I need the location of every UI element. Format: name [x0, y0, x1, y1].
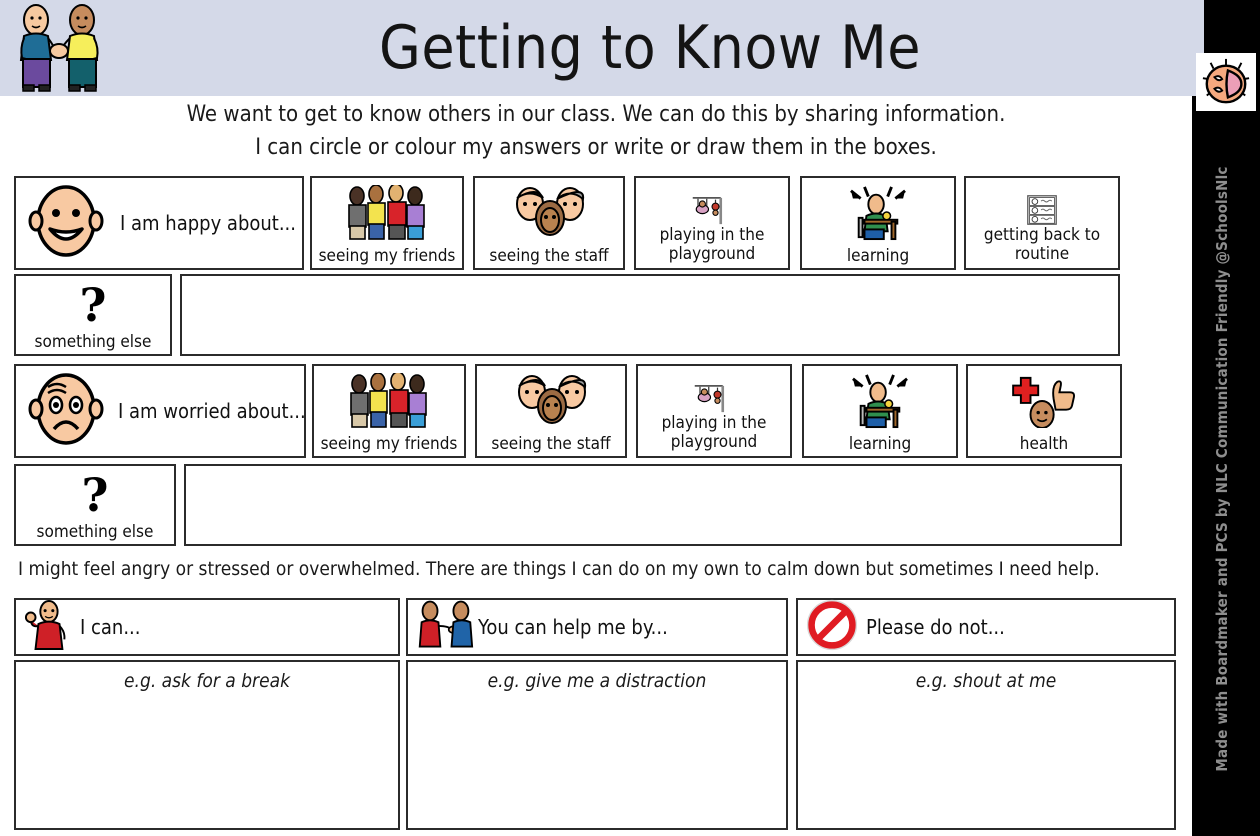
credit-text: Made with Boardmaker and PCS by NLC Comm…: [1213, 166, 1231, 772]
worried-prompt-label: I am worried about...: [118, 399, 306, 423]
group-of-friends-icon: [314, 366, 464, 435]
worried-option-playing-in-the-playground[interactable]: playing in the playground: [636, 364, 792, 458]
staff-faces-icon: [475, 178, 623, 247]
option-label: playing in the playground: [661, 413, 767, 452]
intro-line-1: We want to get to know others in our cla…: [186, 102, 1006, 127]
something-else-label: something else: [36, 522, 154, 542]
strategy-example-text: e.g. shout at me: [915, 670, 1057, 692]
strategy-example-text: e.g. ask for a break: [124, 670, 290, 692]
child-at-desk-learning-icon: [804, 366, 956, 435]
group-of-friends-icon: [312, 178, 462, 247]
playground-swings-icon: [638, 380, 790, 414]
happy-option-learning[interactable]: learning: [800, 176, 956, 270]
header-banner: Getting to Know Me: [0, 0, 1192, 96]
happy-something-else-card[interactable]: ? something else: [14, 274, 172, 356]
calm-statement: I might feel angry or stressed or overwh…: [18, 558, 1100, 580]
question-mark-icon: ?: [79, 277, 107, 332]
intro-text: We want to get to know others in our cla…: [0, 98, 1192, 164]
visual-timetable-icon: [966, 190, 1118, 226]
person-hand-raised-icon: [24, 599, 72, 655]
intro-line-2: I can circle or colour my answers or wri…: [255, 135, 937, 160]
strategy-heading-i-can: I can...: [14, 598, 400, 656]
option-label: learning: [846, 246, 910, 266]
option-label: getting back to routine: [983, 225, 1101, 264]
two-people-helping-icon: [416, 599, 474, 655]
strategy-answer-box-you-can-help-me-by[interactable]: e.g. give me a distraction: [406, 660, 788, 830]
option-label: seeing the staff: [491, 434, 611, 454]
happy-prompt-label: I am happy about...: [120, 211, 296, 235]
option-label: playing in the playground: [659, 225, 765, 264]
worried-option-learning[interactable]: learning: [802, 364, 958, 458]
playground-swings-icon: [636, 192, 788, 226]
happy-option-playing-in-the-playground[interactable]: playing in the playground: [634, 176, 790, 270]
worksheet-page: Getting to Know Me We want to get to kno…: [0, 0, 1260, 836]
strategy-heading-label: You can help me by...: [478, 615, 668, 639]
happy-option-seeing-the-staff[interactable]: seeing the staff: [473, 176, 625, 270]
two-people-shaking-hands-icon: [6, 2, 114, 94]
option-label: seeing my friends: [320, 434, 458, 454]
worried-option-seeing-my-friends[interactable]: seeing my friends: [312, 364, 466, 458]
strategy-answer-box-please-do-not[interactable]: e.g. shout at me: [796, 660, 1176, 830]
happy-write-area[interactable]: [180, 274, 1120, 356]
happy-option-getting-back-to-routine[interactable]: getting back to routine: [964, 176, 1120, 270]
no-entry-prohibition-icon: [806, 599, 858, 655]
worried-option-seeing-the-staff[interactable]: seeing the staff: [475, 364, 627, 458]
strategy-example-text: e.g. give me a distraction: [487, 670, 707, 692]
worried-option-health[interactable]: health: [966, 364, 1122, 458]
strategy-heading-you-can-help-me-by: You can help me by...: [406, 598, 788, 656]
strategy-heading-label: Please do not...: [866, 615, 1005, 639]
health-cross-thumbs-up-icon: [968, 366, 1120, 435]
strategy-heading-please-do-not: Please do not...: [796, 598, 1176, 656]
worried-face-icon: [24, 367, 108, 455]
strategy-answer-box-i-can[interactable]: e.g. ask for a break: [14, 660, 400, 830]
worried-prompt-card: I am worried about...: [14, 364, 306, 458]
credit-sidebar: Made with Boardmaker and PCS by NLC Comm…: [1192, 0, 1260, 836]
child-at-desk-learning-icon: [802, 178, 954, 247]
worried-write-area[interactable]: [184, 464, 1122, 546]
option-label: learning: [848, 434, 912, 454]
option-label: seeing my friends: [318, 246, 456, 266]
happy-prompt-card: I am happy about...: [14, 176, 304, 270]
happy-face-icon: [24, 179, 108, 267]
staff-faces-icon: [477, 366, 625, 435]
option-label: health: [1019, 434, 1069, 454]
page-title: Getting to Know Me: [378, 13, 922, 83]
happy-option-seeing-my-friends[interactable]: seeing my friends: [310, 176, 464, 270]
worried-something-else-card[interactable]: ? something else: [14, 464, 176, 546]
something-else-label: something else: [34, 332, 152, 352]
question-mark-icon: ?: [81, 467, 109, 522]
strategy-heading-label: I can...: [80, 615, 141, 639]
option-label: seeing the staff: [489, 246, 609, 266]
